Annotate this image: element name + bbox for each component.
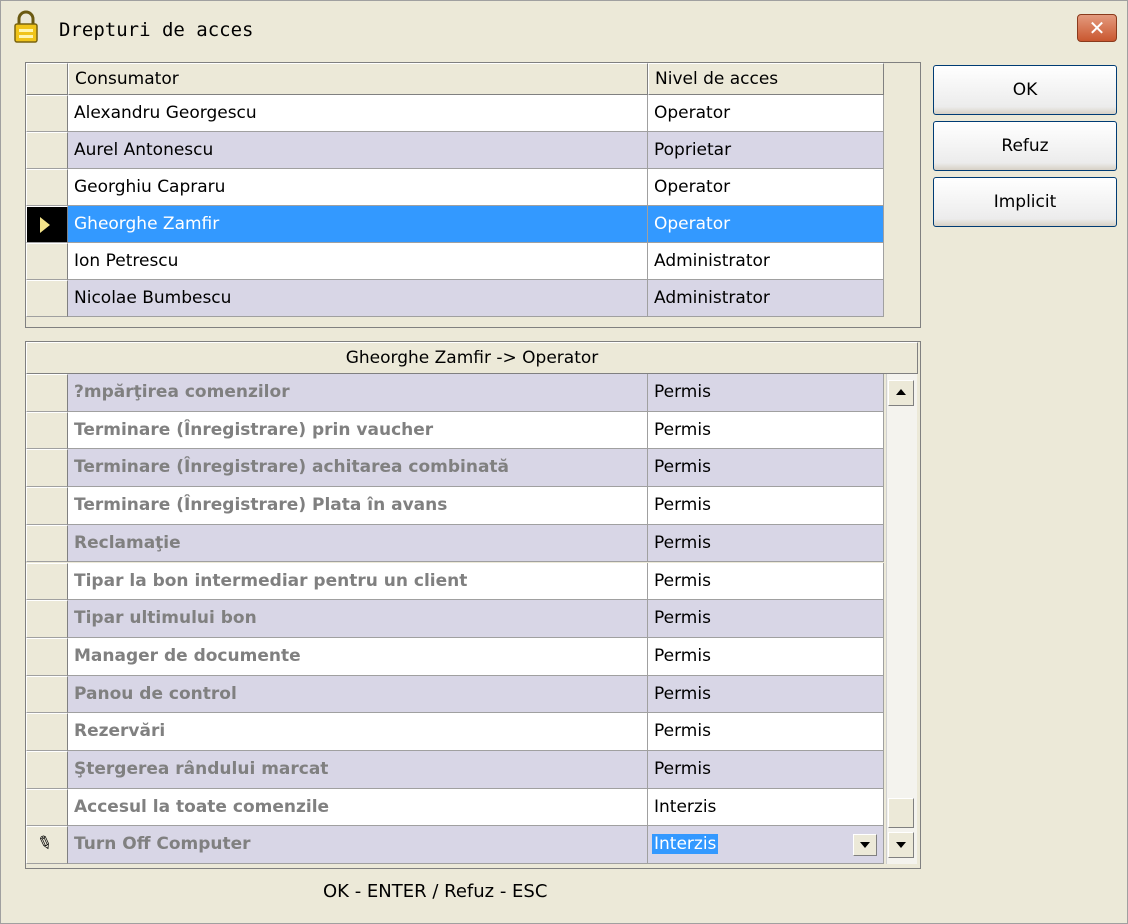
row-selector[interactable] (26, 374, 68, 412)
permission-value-cell[interactable]: Permis (648, 449, 884, 488)
permission-name-cell: Terminare (Înregistrare) achitarea combi… (68, 449, 648, 488)
vertical-scrollbar[interactable] (886, 374, 917, 865)
dropdown-arrow-icon[interactable] (853, 834, 877, 857)
row-selector[interactable] (26, 600, 68, 638)
column-header-consumer[interactable]: Consumator (68, 63, 648, 95)
users-grid: Consumator Nivel de acces Alexandru George… (25, 62, 921, 328)
row-selector[interactable] (26, 411, 68, 450)
row-selector[interactable] (26, 243, 68, 280)
permission-value-cell[interactable]: Permis (648, 562, 884, 601)
row-selector[interactable] (26, 713, 68, 751)
user-level-cell[interactable]: Operator (648, 206, 884, 243)
permission-name-cell: Rezervări (68, 713, 648, 751)
permission-value-cell[interactable]: Permis (648, 600, 884, 638)
row-selector[interactable] (26, 637, 68, 676)
close-icon: ✕ (1088, 16, 1106, 40)
permission-name-cell: Manager de documente (68, 637, 648, 676)
user-name-cell[interactable]: Nicolae Bumbescu (68, 280, 648, 317)
permissions-header: Gheorghe Zamfir -> Operator (26, 342, 918, 374)
row-selector[interactable] (26, 95, 68, 132)
user-name-cell[interactable]: Aurel Antonescu (68, 132, 648, 169)
permission-name-cell: Turn Off Computer (68, 826, 648, 865)
row-selector[interactable] (26, 169, 68, 206)
row-selector[interactable] (26, 487, 68, 525)
permission-value-cell[interactable]: Permis (648, 487, 884, 525)
close-button[interactable]: ✕ (1077, 14, 1117, 42)
cancel-button[interactable]: Refuz (933, 121, 1117, 171)
permission-name-cell: Ştergerea rândului marcat (68, 751, 648, 789)
row-selector[interactable] (26, 280, 68, 317)
window-title: Drepturi de acces (59, 19, 254, 41)
permission-value-cell[interactable]: Permis (648, 374, 884, 412)
row-selector[interactable] (26, 449, 68, 488)
permission-value-cell[interactable]: Permis (648, 675, 884, 714)
scroll-down-button[interactable] (888, 832, 914, 859)
row-selector[interactable] (26, 751, 68, 789)
ok-button[interactable]: OK (933, 65, 1117, 115)
permission-name-cell: Panou de control (68, 675, 648, 714)
row-selector[interactable] (26, 524, 68, 563)
permission-value-cell[interactable]: Permis (648, 637, 884, 676)
user-level-cell[interactable]: Poprietar (648, 132, 884, 169)
permission-name-cell: Tipar la bon intermediar pentru un clien… (68, 562, 648, 601)
row-selector[interactable] (26, 788, 68, 827)
scroll-up-button[interactable] (888, 380, 914, 406)
permission-name-cell: Terminare (Înregistrare) prin vaucher (68, 411, 648, 450)
column-header-access-level[interactable]: Nivel de acces (648, 63, 884, 95)
permission-value-cell[interactable]: Permis (648, 524, 884, 563)
row-selector[interactable] (26, 206, 68, 243)
row-selector[interactable] (26, 675, 68, 714)
default-button[interactable]: Implicit (933, 177, 1117, 227)
row-selector[interactable] (26, 132, 68, 169)
row-selector[interactable] (26, 562, 68, 601)
permission-value-dropdown[interactable]: Interzis (648, 826, 884, 865)
user-name-cell[interactable]: Alexandru Georgescu (68, 95, 648, 132)
permission-name-cell: Reclamaţie (68, 524, 648, 563)
user-level-cell[interactable]: Operator (648, 169, 884, 206)
permission-name-cell: Accesul la toate comenzile (68, 788, 648, 827)
current-row-arrow-icon (40, 217, 50, 233)
user-name-cell[interactable]: Gheorghe Zamfir (68, 206, 648, 243)
permissions-grid: Gheorghe Zamfir -> Operator ?mpărţirea co… (25, 341, 921, 869)
keyboard-hint: OK - ENTER / Refuz - ESC (323, 881, 548, 902)
scroll-thumb[interactable] (888, 798, 914, 829)
pencil-icon: ✎ (33, 831, 56, 857)
permission-value-cell[interactable]: Permis (648, 411, 884, 450)
user-level-cell[interactable]: Administrator (648, 243, 884, 280)
user-level-cell[interactable]: Operator (648, 95, 884, 132)
permission-value-cell[interactable]: Permis (648, 713, 884, 751)
user-level-cell[interactable]: Administrator (648, 280, 884, 317)
lock-icon (14, 10, 38, 43)
row-selector[interactable]: ✎ (26, 826, 68, 865)
user-name-cell[interactable]: Ion Petrescu (68, 243, 648, 280)
permission-name-cell: ?mpărţirea comenzilor (68, 374, 648, 412)
permission-name-cell: Tipar ultimului bon (68, 600, 648, 638)
permission-value-selected: Interzis (652, 834, 719, 855)
access-rights-dialog: Drepturi de acces ✕ Consumator Nivel de a… (0, 0, 1128, 924)
permission-value-cell[interactable]: Interzis (648, 788, 884, 827)
grid-corner (26, 63, 68, 95)
title-bar: Drepturi de acces ✕ (1, 1, 1127, 56)
user-name-cell[interactable]: Georghiu Capraru (68, 169, 648, 206)
permission-name-cell: Terminare (Înregistrare) Plata în avans (68, 487, 648, 525)
arrow-up-icon (896, 389, 906, 395)
permission-value-cell[interactable]: Permis (648, 751, 884, 789)
arrow-down-icon (896, 842, 906, 849)
